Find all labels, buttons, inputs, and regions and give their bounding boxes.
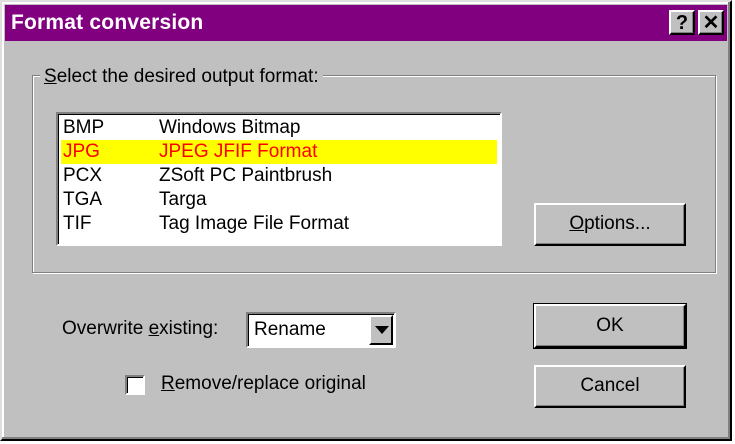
dropdown-button[interactable] — [369, 315, 393, 345]
help-icon[interactable]: ? — [669, 10, 695, 35]
format-description: Windows Bitmap — [159, 117, 301, 138]
format-description: JPEG JFIF Format — [159, 141, 318, 162]
format-list-item-jpg[interactable]: JPG JPEG JFIF Format — [61, 140, 497, 164]
title-bar[interactable]: Format conversion ? ✕ — [5, 5, 727, 41]
format-description: Targa — [159, 189, 207, 210]
format-list-item-tif[interactable]: TIF Tag Image File Format — [61, 212, 497, 236]
ok-button[interactable]: OK — [533, 303, 687, 349]
options-mnemonic: O — [569, 213, 585, 234]
remove-original-label[interactable]: Remove/replace original — [161, 373, 366, 395]
format-listbox[interactable]: BMP Windows Bitmap JPG JPEG JFIF Format … — [56, 112, 502, 246]
overwrite-existing-select[interactable]: Rename — [246, 312, 396, 348]
overwrite-existing-value: Rename — [254, 319, 326, 340]
window-title: Format conversion — [11, 11, 204, 34]
group-label-mnemonic: S — [44, 66, 57, 87]
overwrite-existing-label: Overwrite existing: — [62, 318, 218, 340]
format-list-item-bmp[interactable]: BMP Windows Bitmap — [61, 116, 497, 140]
format-code: BMP — [63, 117, 105, 138]
format-code: TIF — [63, 213, 92, 234]
remove-original-checkbox[interactable] — [125, 375, 145, 395]
format-code: PCX — [63, 165, 103, 186]
close-icon[interactable]: ✕ — [698, 10, 724, 35]
format-list-item-tga[interactable]: TGA Targa — [61, 188, 497, 212]
chevron-down-icon — [375, 326, 389, 334]
cancel-button[interactable]: Cancel — [534, 365, 686, 408]
overwrite-label-post: xisting: — [159, 318, 219, 339]
options-label: ptions... — [584, 213, 651, 234]
overwrite-label-pre: Overwrite — [62, 318, 149, 339]
format-list-item-pcx[interactable]: PCX ZSoft PC Paintbrush — [61, 164, 497, 188]
options-button[interactable]: Options... — [534, 203, 686, 246]
remove-label-mnemonic: R — [161, 373, 175, 394]
format-description: ZSoft PC Paintbrush — [159, 165, 333, 186]
remove-label-text: emove/replace original — [174, 373, 366, 394]
format-code: JPG — [63, 141, 100, 162]
output-format-group-label: Select the desired output format: — [40, 66, 323, 88]
overwrite-label-mnemonic: e — [148, 318, 160, 339]
group-label-text: elect the desired output format: — [56, 66, 319, 87]
format-code: TGA — [63, 189, 103, 210]
format-description: Tag Image File Format — [159, 213, 350, 234]
